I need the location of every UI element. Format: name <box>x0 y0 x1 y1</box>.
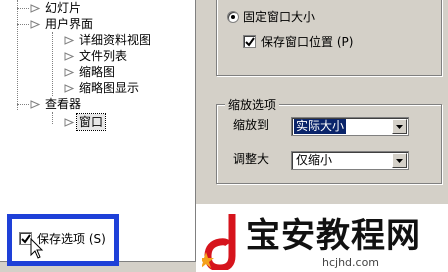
tree-arrow-icon <box>64 51 75 61</box>
watermark-url: hcjhd.com <box>322 256 380 269</box>
tree-arrow-icon <box>64 35 75 45</box>
tree-item-slideshow[interactable]: 幻灯片 <box>30 0 83 16</box>
tree-item-details-view[interactable]: 详细资料视图 <box>64 32 153 48</box>
tree-arrow-icon <box>30 99 41 109</box>
tree-item-label: 窗口 <box>75 113 107 131</box>
tree-item-file-list[interactable]: 文件列表 <box>64 48 129 64</box>
adjust-dropdown[interactable]: 仅缩小 <box>291 151 409 170</box>
tree-item-label: 用户界面 <box>45 17 94 31</box>
zoom-to-dropdown[interactable]: 实际大小 <box>291 117 409 136</box>
tree-item-label: 文件列表 <box>79 49 128 63</box>
dropdown-arrow-button[interactable] <box>392 119 407 134</box>
tree-item-label: 缩略图显示 <box>79 81 140 95</box>
fixed-window-size-radio[interactable] <box>227 11 239 23</box>
site-logo-icon <box>202 214 236 270</box>
adjust-label: 调整大 <box>233 152 270 166</box>
save-window-position-label: 保存窗口位置 (P) <box>261 35 354 49</box>
watermark-text: 宝安教程网 <box>246 216 421 256</box>
chevron-down-icon <box>396 125 403 129</box>
tree-item-label: 查看器 <box>45 97 82 111</box>
tree-item-window[interactable]: 窗口 <box>64 113 107 131</box>
check-icon <box>245 37 255 47</box>
save-options-label: 保存选项 (S) <box>37 232 106 246</box>
tree-arrow-icon <box>64 67 75 77</box>
tree-item-thumbnail-display[interactable]: 缩略图显示 <box>64 80 141 96</box>
zoom-options-group: 缩放选项 缩放到 实际大小 调整大 仅缩小 <box>216 96 442 184</box>
tree-arrow-icon <box>64 117 75 127</box>
zoom-options-title: 缩放选项 <box>225 96 280 113</box>
save-window-position-checkbox[interactable] <box>243 35 256 48</box>
mouse-cursor-icon <box>30 238 44 259</box>
window-size-group: 固定窗口大小 保存窗口位置 (P) <box>216 0 442 76</box>
adjust-value: 仅缩小 <box>296 153 333 167</box>
tree-item-label: 详细资料视图 <box>79 33 152 47</box>
fixed-window-size-label: 固定窗口大小 <box>243 10 316 24</box>
dropdown-arrow-button[interactable] <box>392 153 407 168</box>
zoom-to-label: 缩放到 <box>233 118 270 132</box>
tree-arrow-icon <box>30 19 41 29</box>
tree-arrow-icon <box>30 3 41 13</box>
tree-item-label: 幻灯片 <box>45 1 82 15</box>
watermark: 宝安教程网 hcjhd.com <box>196 204 448 272</box>
tree-item-viewer[interactable]: 查看器 <box>30 96 83 112</box>
chevron-down-icon <box>396 159 403 163</box>
tree-item-thumbnails[interactable]: 缩略图 <box>64 64 117 80</box>
tree-arrow-icon <box>64 83 75 93</box>
zoom-to-value: 实际大小 <box>294 119 347 134</box>
tree-item-label: 缩略图 <box>79 65 116 79</box>
tree-item-user-interface[interactable]: 用户界面 <box>30 16 95 32</box>
